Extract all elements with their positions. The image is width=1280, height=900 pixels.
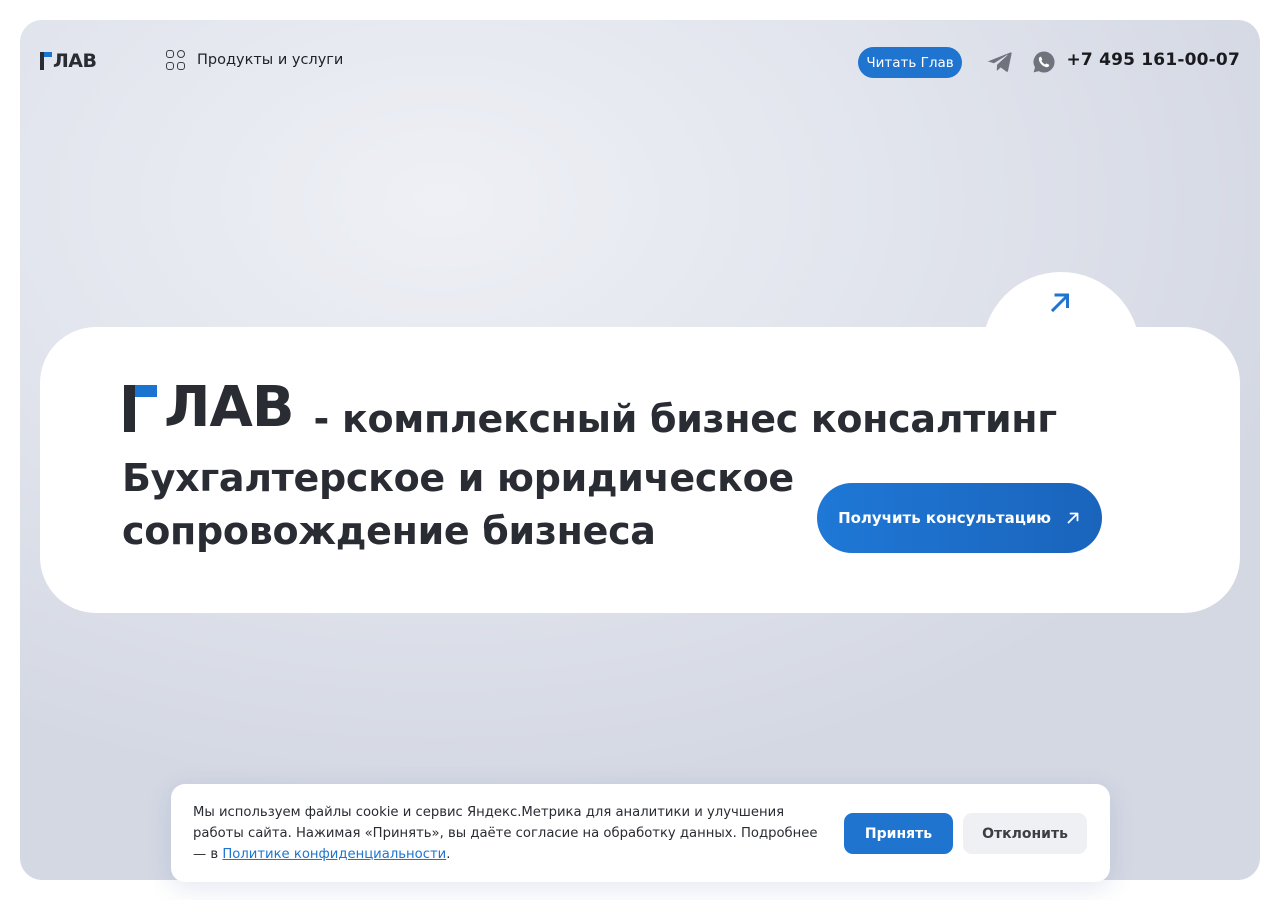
site-logo[interactable]: ЛАВ xyxy=(40,50,97,72)
read-glav-button[interactable]: Читать Глав xyxy=(858,47,962,78)
decline-cookies-button[interactable]: Отклонить xyxy=(963,813,1087,854)
privacy-policy-link[interactable]: Политике конфиденциальности xyxy=(222,847,446,862)
accept-cookies-button[interactable]: Принять xyxy=(844,813,953,854)
get-consultation-label: Получить консультацию xyxy=(838,509,1051,527)
grid-icon xyxy=(166,50,186,70)
hero-logo-text: ЛАВ xyxy=(164,375,295,440)
get-consultation-button[interactable]: Получить консультацию xyxy=(817,483,1102,553)
hero-logo-mark xyxy=(124,384,162,432)
hero-logo: ЛАВ xyxy=(124,375,295,440)
page-background: ЛАВ Продукты и услуги Читать Глав +7 495… xyxy=(20,20,1260,880)
phone-number[interactable]: +7 495 161-00-07 xyxy=(1066,50,1240,70)
logo-mark xyxy=(40,52,54,70)
arrow-up-right-icon xyxy=(1067,512,1079,524)
arrow-up-right-icon[interactable] xyxy=(1047,289,1073,315)
products-menu-button[interactable]: Продукты и услуги xyxy=(166,50,343,70)
cookie-banner: Мы используем файлы cookie и сервис Янде… xyxy=(171,784,1110,882)
logo-text: ЛАВ xyxy=(53,50,97,72)
hero-title-text: - комплексный бизнес консалтинг xyxy=(313,396,1058,441)
telegram-icon[interactable] xyxy=(987,50,1013,74)
whatsapp-icon[interactable] xyxy=(1032,50,1056,74)
hero-card: ЛАВ - комплексный бизнес консалтинг Бухг… xyxy=(40,327,1240,613)
hero-subtitle: Бухгалтерское и юридическое сопровождени… xyxy=(122,456,794,553)
cookie-text-end: . xyxy=(446,847,451,862)
hero-title: ЛАВ - комплексный бизнес консалтинг xyxy=(124,375,1058,441)
products-menu-label: Продукты и услуги xyxy=(197,52,344,68)
cookie-text: Мы используем файлы cookie и сервис Янде… xyxy=(193,802,833,865)
